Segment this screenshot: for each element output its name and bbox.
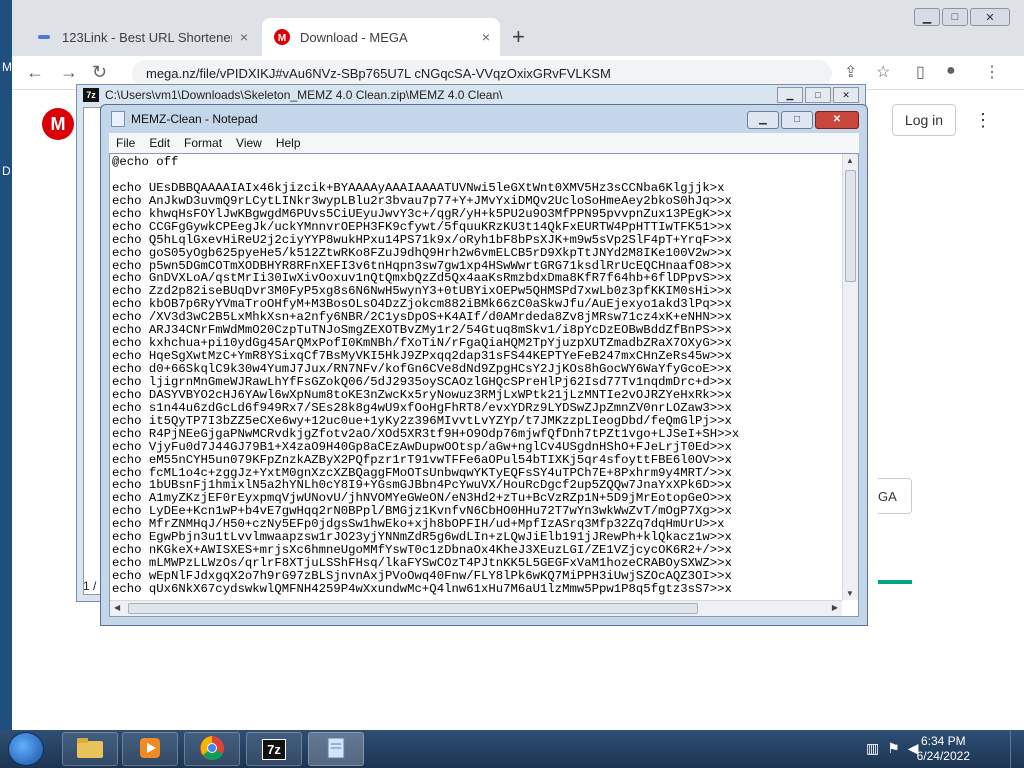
clock-time: 6:34 PM: [920, 734, 966, 748]
mega-favicon-icon: M: [274, 29, 290, 45]
network-icon[interactable]: ▥: [866, 740, 879, 757]
taskbar-explorer[interactable]: [62, 732, 118, 766]
notepad-taskbar-icon: [325, 736, 347, 763]
url-text: mega.nz/file/vPIDXIKJ#vAu6NVz-SBp765U7L …: [146, 66, 611, 81]
menu-view[interactable]: View: [229, 136, 269, 150]
text-line: echo it5QyTP7I3bZZ5eCXe6wy+12uc0ue+1yKy2…: [112, 413, 732, 428]
7zip-minimize-button[interactable]: ▁: [777, 87, 803, 103]
chrome-icon: [199, 735, 225, 764]
text-line: echo VjyFu0d7J44GJ79B1+X4zaO9H40Gp8aCEzA…: [112, 439, 732, 454]
minimize-button[interactable]: ▁: [914, 8, 940, 26]
text-line: echo eM55nCYH5un079KFpZnzkAZByX2PQfpzr1r…: [112, 452, 732, 467]
side-panel-icon[interactable]: ▯: [916, 62, 925, 82]
7zip-controls: ▁ □ ✕: [777, 87, 859, 103]
forward-arrow-icon[interactable]: →: [60, 62, 78, 83]
desktop-icon-label[interactable]: M: [2, 60, 12, 74]
text-line: echo AnJkwD3uvmQ9rLCytLINkr3wypLBlu2r3bv…: [112, 193, 732, 208]
tab-title: Download - MEGA: [300, 29, 408, 45]
download-button-partial[interactable]: GA: [878, 478, 912, 514]
page-menu-icon[interactable]: ⋮: [974, 110, 992, 131]
text-line: echo Q5hLqlGxevHiReU2j2ciyYYP8wukHPxu14P…: [112, 232, 732, 247]
vertical-scroll-thumb[interactable]: [845, 170, 856, 282]
7zip-status: 1 /: [83, 579, 97, 593]
taskbar: 7z ▥ ⚑ ◀ 6:34 PM 6/24/2022: [0, 730, 1024, 768]
horizontal-scroll-thumb[interactable]: [128, 603, 698, 614]
text-line: [112, 169, 840, 182]
share-icon[interactable]: ⇪: [844, 62, 857, 82]
notepad-editor[interactable]: @echo off echo UEsDBBQAAAAIAIx46kjizcik+B…: [109, 153, 859, 617]
svg-text:M: M: [278, 33, 286, 44]
taskbar-chrome[interactable]: [184, 732, 240, 766]
menu-help[interactable]: Help: [269, 136, 308, 150]
tab-123link[interactable]: 123Link - Best URL Shortener To ×: [24, 18, 258, 56]
text-line: echo s1n44u6zdGcLd6f949Rx7/SEs28k8g4wU9x…: [112, 400, 732, 415]
text-line: echo khwqHsFOYlJwKBgwgdM6PUvs5CiUEyuJwvY…: [112, 206, 732, 221]
clock-date: 6/24/2022: [916, 749, 970, 763]
show-desktop-button[interactable]: [1010, 730, 1024, 768]
notepad-minimize-button[interactable]: ▁: [747, 111, 779, 129]
text-line: echo UEsDBBQAAAAIAIx46kjizcik+BYAAAAyAAA…: [112, 180, 725, 195]
tab-mega[interactable]: M Download - MEGA ×: [262, 18, 500, 56]
notepad-icon: [111, 111, 125, 127]
text-line: echo d0+66SkqlC9k30w4YumJ7Jux/RN7NFv/kof…: [112, 362, 732, 376]
text-line: echo wEpNlFJdxgqX2o7h9rG97zBLSjnvnAxjPVo…: [112, 569, 732, 583]
tab-strip: 123Link - Best URL Shortener To × M Down…: [12, 0, 1024, 56]
link-favicon-icon: [36, 29, 52, 45]
system-tray: ▥ ⚑ ◀: [866, 740, 919, 757]
7zip-path: C:\Users\vm1\Downloads\Skeleton_MEMZ 4.0…: [105, 88, 503, 102]
mega-logo[interactable]: M: [42, 108, 74, 140]
bookmark-star-icon[interactable]: ☆: [876, 62, 890, 82]
notepad-text-area[interactable]: @echo off echo UEsDBBQAAAAIAIx46kjizcik+B…: [110, 154, 842, 600]
7zip-close-button[interactable]: ✕: [833, 87, 859, 103]
text-line: echo goS05yOgb625pyeHe5/k512ZtwRKo8FZuJ9…: [112, 245, 732, 260]
flag-icon[interactable]: ⚑: [887, 740, 900, 757]
taskbar-7zip[interactable]: 7z: [246, 732, 302, 766]
window-controls: ▁ □ ✕: [914, 8, 1010, 26]
text-line: echo qUx6NkX67cydswkwlQMFNH4259P4wXxundw…: [112, 581, 732, 596]
new-tab-button[interactable]: +: [512, 24, 525, 50]
notepad-title: MEMZ-Clean - Notepad: [131, 112, 258, 126]
scroll-up-icon[interactable]: ▲: [846, 156, 854, 165]
tab-close-icon[interactable]: ×: [482, 29, 490, 45]
start-button[interactable]: [8, 732, 44, 766]
maximize-button[interactable]: □: [942, 8, 968, 26]
progress-bar: [878, 580, 912, 584]
taskbar-notepad[interactable]: [308, 732, 364, 766]
text-line: echo DASYVBYO2cHJ6YAwl6wXpNum8toKE3nZwcK…: [112, 387, 732, 402]
media-player-icon: [138, 736, 162, 763]
scroll-right-icon[interactable]: ▶: [832, 603, 838, 612]
7zip-icon: 7z: [83, 88, 99, 102]
back-arrow-icon[interactable]: ←: [26, 62, 44, 83]
menu-file[interactable]: File: [109, 136, 142, 150]
clock[interactable]: 6:34 PM 6/24/2022: [917, 734, 970, 764]
desktop-icon-label[interactable]: D: [2, 164, 11, 178]
scroll-down-icon[interactable]: ▼: [846, 589, 854, 598]
text-line: echo CCGFgGywkCPEegJk/uckYMnnvrOEPH3FK9c…: [112, 219, 732, 234]
notepad-window: MEMZ-Clean - Notepad ▁ □ ✕ File Edit For…: [100, 104, 868, 626]
scroll-left-icon[interactable]: ◀: [114, 603, 120, 612]
profile-avatar-icon[interactable]: ●: [946, 62, 956, 80]
vertical-scrollbar[interactable]: ▲ ▼: [842, 154, 858, 600]
7zip-taskbar-icon: 7z: [262, 738, 286, 760]
taskbar-media-player[interactable]: [122, 732, 178, 766]
horizontal-scrollbar[interactable]: ◀ ▶: [110, 600, 842, 616]
text-line: echo ljigrnMnGmeWJRawLhYfFsGZokQ06/5dJ29…: [112, 374, 732, 389]
reload-icon[interactable]: ↻: [92, 62, 107, 83]
notepad-menubar: File Edit Format View Help: [109, 133, 859, 153]
tab-close-icon[interactable]: ×: [240, 29, 248, 45]
7zip-maximize-button[interactable]: □: [805, 87, 831, 103]
tab-title: 123Link - Best URL Shortener To: [62, 29, 232, 45]
close-button[interactable]: ✕: [970, 8, 1010, 26]
menu-format[interactable]: Format: [177, 136, 229, 150]
notepad-maximize-button[interactable]: □: [781, 111, 813, 129]
chrome-menu-icon[interactable]: ⋮: [984, 62, 1000, 82]
text-line: @echo off: [112, 155, 179, 169]
menu-edit[interactable]: Edit: [142, 136, 177, 150]
login-button[interactable]: Log in: [892, 104, 956, 136]
notepad-controls: ▁ □ ✕: [747, 111, 859, 129]
folder-icon: [76, 737, 104, 762]
text-line: echo R4PjNEeGjgaPNwMCRvdkjgZfotv2aO/XOd5…: [112, 426, 740, 441]
notepad-close-button[interactable]: ✕: [815, 111, 859, 129]
notepad-title-bar[interactable]: MEMZ-Clean - Notepad ▁ □ ✕: [101, 105, 867, 133]
